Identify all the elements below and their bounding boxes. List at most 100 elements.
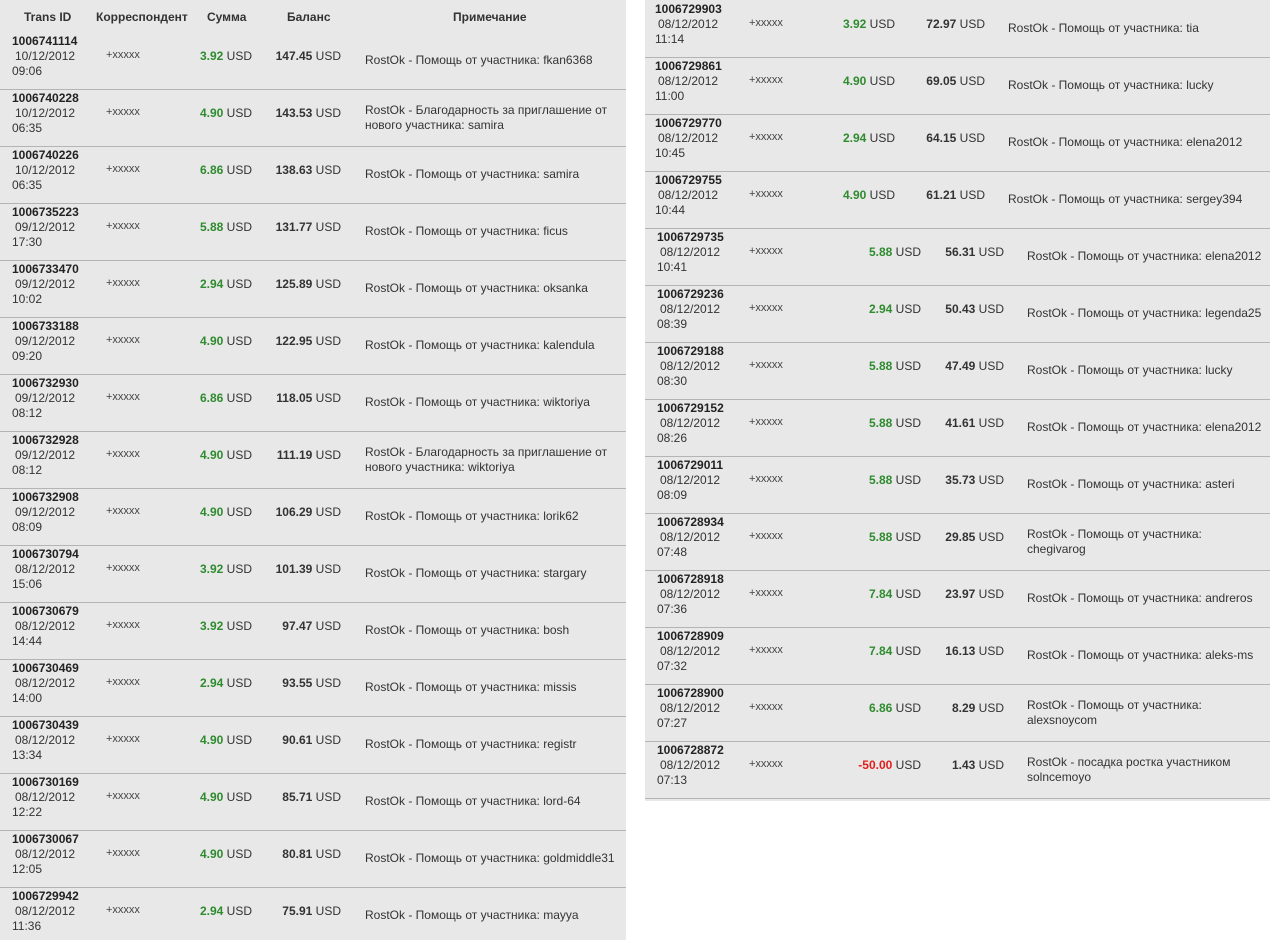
- header-trans-id[interactable]: Trans ID: [24, 10, 71, 24]
- table-row[interactable]: 1006730169 08/12/2012 12:22 +xxxxx 4.90 USD 8…: [0, 773, 626, 831]
- header-note[interactable]: Примечание: [453, 10, 527, 24]
- amount-currency: USD: [226, 277, 252, 291]
- amount-cell: 5.88 USD: [869, 245, 921, 259]
- correspondent: +xxxxx: [749, 302, 783, 314]
- balance-cell: 16.13 USD: [945, 644, 1004, 658]
- table-row[interactable]: 1006729152 08/12/2012 08:26 +xxxxx 5.88 USD 4…: [645, 399, 1270, 457]
- balance-value: 106.29: [275, 505, 313, 519]
- balance-currency: USD: [978, 473, 1004, 487]
- trans-id: 1006728900: [657, 686, 724, 700]
- balance-value: 1.43: [951, 758, 976, 772]
- amount-currency: USD: [226, 163, 252, 177]
- balance-cell: 75.91 USD: [282, 904, 341, 918]
- transaction-time: 08:12: [12, 463, 43, 477]
- balance-value: 29.85: [945, 530, 976, 544]
- transaction-note: RostOk - Помощь от участника: bosh: [365, 623, 570, 637]
- table-row[interactable]: 1006730469 08/12/2012 14:00 +xxxxx 2.94 USD 9…: [0, 659, 626, 717]
- amount-value: 4.90: [842, 188, 867, 202]
- header-amount[interactable]: Сумма: [207, 10, 246, 24]
- correspondent: +xxxxx: [106, 106, 140, 118]
- transaction-time: 11:36: [12, 919, 42, 933]
- amount-cell: -50.00 USD: [858, 758, 921, 772]
- balance-cell: 23.97 USD: [945, 587, 1004, 601]
- correspondent: +xxxxx: [106, 733, 140, 745]
- table-row[interactable]: 1006741114 10/12/2012 09:06 +xxxxx 3.92 USD 1…: [0, 32, 626, 90]
- table-row[interactable]: 1006740226 10/12/2012 06:35 +xxxxx 6.86 USD 1…: [0, 146, 626, 204]
- transactions-table-right: 1006729903 08/12/2012 11:14 +xxxxx 3.92 USD 7…: [645, 0, 1270, 801]
- transaction-note: RostOk - Помощь от участника: missis: [365, 680, 577, 694]
- amount-value: 2.94: [199, 904, 224, 918]
- table-row[interactable]: 1006730067 08/12/2012 12:05 +xxxxx 4.90 USD 8…: [0, 830, 626, 888]
- correspondent: +xxxxx: [749, 359, 783, 371]
- table-row[interactable]: 1006735223 09/12/2012 17:30 +xxxxx 5.88 USD 1…: [0, 203, 626, 261]
- table-row[interactable]: 1006730439 08/12/2012 13:34 +xxxxx 4.90 USD 9…: [0, 716, 626, 774]
- transaction-time: 14:00: [12, 691, 43, 705]
- header-balance[interactable]: Баланс: [287, 10, 331, 24]
- table-row[interactable]: 1006729942 08/12/2012 11:36 +xxxxx 2.94 USD 7…: [0, 887, 626, 940]
- table-row[interactable]: 1006733470 09/12/2012 10:02 +xxxxx 2.94 USD 1…: [0, 260, 626, 318]
- balance-currency: USD: [315, 220, 341, 234]
- amount-currency: USD: [226, 106, 252, 120]
- amount-cell: 2.94 USD: [200, 904, 252, 918]
- table-row[interactable]: 1006732908 09/12/2012 08:09 +xxxxx 4.90 USD 1…: [0, 488, 626, 546]
- header-correspondent[interactable]: Корреспондент: [96, 10, 188, 24]
- table-row[interactable]: 1006732930 09/12/2012 08:12 +xxxxx 6.86 USD 1…: [0, 374, 626, 432]
- table-row[interactable]: 1006729903 08/12/2012 11:14 +xxxxx 3.92 USD 7…: [645, 0, 1270, 58]
- transaction-time: 10:44: [655, 203, 686, 217]
- correspondent: +xxxxx: [106, 220, 140, 232]
- table-row[interactable]: 1006729735 08/12/2012 10:41 +xxxxx 5.88 USD 5…: [645, 228, 1270, 286]
- balance-cell: 101.39 USD: [276, 562, 341, 576]
- amount-value: 5.88: [868, 416, 893, 430]
- amount-currency: USD: [895, 701, 921, 715]
- balance-currency: USD: [315, 106, 341, 120]
- transaction-note: RostOk - Помощь от участника: kalendula: [365, 338, 595, 352]
- transaction-date: 09/12/2012: [15, 220, 76, 234]
- correspondent: +xxxxx: [749, 644, 783, 656]
- transaction-time: 07:13: [657, 773, 688, 787]
- balance-cell: 47.49 USD: [945, 359, 1004, 373]
- amount-currency: USD: [226, 448, 252, 462]
- amount-value: 5.88: [868, 245, 893, 259]
- transaction-date: 08/12/2012: [660, 359, 721, 373]
- table-row[interactable]: 1006729011 08/12/2012 08:09 +xxxxx 5.88 USD 3…: [645, 456, 1270, 514]
- balance-value: 143.53: [275, 106, 313, 120]
- table-row[interactable]: 1006729861 08/12/2012 11:00 +xxxxx 4.90 USD 6…: [645, 57, 1270, 115]
- table-row[interactable]: 1006732928 09/12/2012 08:12 +xxxxx 4.90 USD 1…: [0, 431, 626, 489]
- table-row[interactable]: 1006733188 09/12/2012 09:20 +xxxxx 4.90 USD 1…: [0, 317, 626, 375]
- table-row[interactable]: 1006728934 08/12/2012 07:48 +xxxxx 5.88 USD 2…: [645, 513, 1270, 571]
- balance-value: 23.97: [945, 587, 976, 601]
- table-row[interactable]: 1006729188 08/12/2012 08:30 +xxxxx 5.88 USD 4…: [645, 342, 1270, 400]
- balance-cell: 35.73 USD: [945, 473, 1004, 487]
- balance-cell: 1.43 USD: [952, 758, 1004, 772]
- transaction-date: 08/12/2012: [660, 245, 721, 259]
- amount-cell: 2.94 USD: [843, 131, 895, 145]
- balance-value: 138.63: [275, 163, 313, 177]
- table-row[interactable]: 1006728900 08/12/2012 07:27 +xxxxx 6.86 USD 8…: [645, 684, 1270, 742]
- balance-currency: USD: [315, 904, 341, 918]
- transaction-date: 08/12/2012: [15, 562, 76, 576]
- table-row[interactable]: 1006740228 10/12/2012 06:35 +xxxxx 4.90 USD 1…: [0, 89, 626, 147]
- table-row[interactable]: 1006728909 08/12/2012 07:32 +xxxxx 7.84 USD 1…: [645, 627, 1270, 685]
- amount-value: 4.90: [199, 790, 224, 804]
- trans-id: 1006729236: [657, 287, 724, 301]
- transaction-date: 09/12/2012: [15, 334, 76, 348]
- table-row[interactable]: 1006729236 08/12/2012 08:39 +xxxxx 2.94 USD 5…: [645, 285, 1270, 343]
- table-row[interactable]: 1006728872 08/12/2012 07:13 +xxxxx -50.00 US…: [645, 741, 1270, 799]
- correspondent: +xxxxx: [749, 701, 783, 713]
- correspondent: +xxxxx: [106, 163, 140, 175]
- table-row[interactable]: 1006728918 08/12/2012 07:36 +xxxxx 7.84 USD 2…: [645, 570, 1270, 628]
- amount-currency: USD: [895, 473, 921, 487]
- transaction-note: RostOk - Помощь от участника: lord-64: [365, 794, 581, 808]
- correspondent: +xxxxx: [749, 758, 783, 770]
- amount-cell: 6.86 USD: [200, 391, 252, 405]
- balance-currency: USD: [315, 676, 341, 690]
- balance-value: 35.73: [945, 473, 976, 487]
- balance-value: 93.55: [282, 676, 313, 690]
- correspondent: +xxxxx: [749, 530, 783, 542]
- table-row[interactable]: 1006730794 08/12/2012 15:06 +xxxxx 3.92 USD 1…: [0, 545, 626, 603]
- table-row[interactable]: 1006729770 08/12/2012 10:45 +xxxxx 2.94 USD 6…: [645, 114, 1270, 172]
- table-row[interactable]: 1006729755 08/12/2012 10:44 +xxxxx 4.90 USD 6…: [645, 171, 1270, 229]
- table-row[interactable]: 1006730679 08/12/2012 14:44 +xxxxx 3.92 USD 9…: [0, 602, 626, 660]
- balance-value: 8.29: [951, 701, 976, 715]
- transactions-table-left: Trans ID Корреспондент Сумма Баланс Прим…: [0, 0, 626, 940]
